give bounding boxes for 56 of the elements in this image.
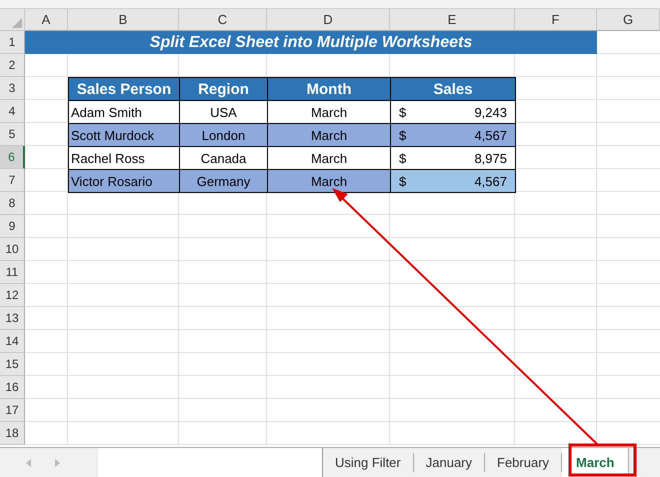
row-header[interactable]: 15 — [0, 353, 25, 376]
currency-symbol: $ — [399, 104, 406, 120]
sales-amount: 8,975 — [474, 150, 507, 166]
table-cell: Rachel Ross — [68, 146, 180, 170]
table-cell: USA — [179, 100, 268, 124]
row-header[interactable]: 6 — [0, 146, 25, 169]
select-all-icon[interactable] — [12, 18, 22, 28]
table-cell: Canada — [179, 146, 268, 170]
row-header[interactable]: 2 — [0, 54, 25, 77]
row-header[interactable]: 8 — [0, 192, 25, 215]
table-cell: March — [267, 169, 391, 193]
row-header[interactable]: 9 — [0, 215, 25, 238]
column-header[interactable]: E — [390, 9, 515, 31]
row-header[interactable]: 17 — [0, 399, 25, 422]
table-cell: London — [179, 123, 268, 147]
row-header[interactable]: 16 — [0, 376, 25, 399]
column-header[interactable]: A — [25, 9, 68, 31]
currency-symbol: $ — [399, 150, 406, 166]
sheet-title: Split Excel Sheet into Multiple Worksheets — [25, 31, 597, 54]
row-header[interactable]: 11 — [0, 261, 25, 284]
row-header[interactable]: 12 — [0, 284, 25, 307]
column-header[interactable]: B — [68, 9, 179, 31]
highlight-frame — [568, 444, 636, 476]
row-header[interactable]: 7 — [0, 169, 25, 192]
table-cell: March — [267, 123, 391, 147]
sales-amount: 4,567 — [474, 128, 507, 142]
table-cell: Adam Smith — [68, 100, 180, 124]
row-header[interactable]: 5 — [0, 123, 25, 146]
currency-symbol: $ — [399, 128, 406, 142]
table-cell: March — [267, 100, 391, 124]
currency-symbol: $ — [399, 174, 406, 188]
row-header[interactable]: 14 — [0, 330, 25, 353]
table-cell: Scott Murdock — [68, 123, 180, 147]
row-header[interactable]: 18 — [0, 422, 25, 445]
row-header[interactable]: 13 — [0, 307, 25, 330]
table-cell: Germany — [179, 169, 268, 193]
scroll-right-icon[interactable] — [54, 458, 60, 466]
sales-amount: 4,567 — [474, 174, 507, 188]
scroll-left-icon[interactable] — [26, 458, 32, 466]
row-header[interactable]: 1 — [0, 31, 25, 54]
column-header[interactable]: G — [597, 9, 660, 31]
table-header: Month — [267, 77, 391, 101]
table-cell: Victor Rosario — [68, 169, 180, 193]
sheet-tab[interactable]: Using Filter — [323, 453, 414, 472]
column-header[interactable]: C — [179, 9, 267, 31]
sheet-tab[interactable]: January — [414, 453, 485, 472]
column-header[interactable]: D — [267, 9, 390, 31]
column-header[interactable]: F — [515, 9, 597, 31]
table-header: Sales Person — [68, 77, 180, 101]
table-header: Region — [179, 77, 268, 101]
table-cell: March — [267, 146, 391, 170]
sales-amount: 9,243 — [474, 104, 507, 120]
row-header[interactable]: 10 — [0, 238, 25, 261]
row-header[interactable]: 4 — [0, 100, 25, 123]
table-header: Sales — [390, 77, 516, 101]
row-header[interactable]: 3 — [0, 77, 25, 100]
